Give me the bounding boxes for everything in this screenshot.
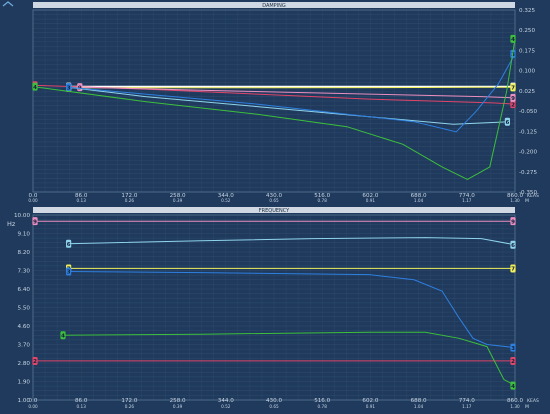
frequency-mach-tick-label: 1.17 xyxy=(462,404,472,409)
damping-mach-tick-label: 0.91 xyxy=(366,198,376,203)
frequency-chart: FREQUENCY 10.00 9.10 8.20 7.30 6.40 5.50 4.60 3.… xyxy=(7,207,539,410)
damping-y-tick-label: 0.175 xyxy=(519,48,535,54)
damping-series-marker-label: 4 xyxy=(511,37,515,43)
damping-mach-tick-label: 0.00 xyxy=(28,198,38,203)
damping-series: 88 xyxy=(66,82,516,91)
damping-mach-tick-label: 0.78 xyxy=(318,198,328,203)
frequency-y-unit-label: Hz xyxy=(7,220,16,228)
damping-series: 33 xyxy=(66,49,516,133)
damping-y-tick-label: 0.025 xyxy=(519,89,535,95)
damping-series-marker-label: 2 xyxy=(511,102,515,108)
frequency-series-marker-label: 6 xyxy=(511,243,515,249)
frequency-series-marker-label: 6 xyxy=(67,242,71,248)
damping-mach-unit-label: M xyxy=(525,198,529,204)
damping-chart: DAMPING 0.325 0.250 0.175 0.100 0.025 -0.050 -0… xyxy=(28,2,539,204)
frequency-mach-tick-label: 0.65 xyxy=(269,404,279,409)
damping-series-marker-label: 7 xyxy=(511,86,515,92)
damping-series-line xyxy=(66,53,516,133)
damping-mach-tick-label: 1.30 xyxy=(510,198,520,203)
frequency-series-marker-label: 4 xyxy=(61,333,65,339)
frequency-mach-tick-label: 0.13 xyxy=(77,404,87,409)
frequency-y-tick-label: 4.60 xyxy=(18,324,31,330)
app-logo-icon xyxy=(2,1,14,7)
frequency-mach-tick-label: 0.91 xyxy=(366,404,376,409)
frequency-series-marker-label: 7 xyxy=(511,267,515,273)
damping-mach-tick-label: 0.65 xyxy=(269,198,279,203)
frequency-mach-tick-label: 0.39 xyxy=(173,404,183,409)
damping-y-tick-label: -0.200 xyxy=(519,150,537,156)
frequency-mach-tick-label: 0.26 xyxy=(125,404,135,409)
frequency-y-tick-label: 5.50 xyxy=(18,306,31,312)
frequency-series-marker-label: 2 xyxy=(33,359,37,365)
frequency-series: 33 xyxy=(66,267,516,352)
damping-mach-tick-label: 1.17 xyxy=(462,198,472,203)
damping-title: DAMPING xyxy=(262,3,286,9)
damping-y-tick-label: 0.250 xyxy=(519,28,535,34)
frequency-mach-unit-label: M xyxy=(525,404,529,410)
frequency-mach-tick-label: 0.78 xyxy=(318,404,328,409)
frequency-series-marker-label: 9 xyxy=(511,219,515,225)
frequency-y-tick-label: 9.10 xyxy=(18,232,31,238)
frequency-series-marker-label: 2 xyxy=(511,359,515,365)
frequency-y-tick-label: 3.70 xyxy=(18,343,31,349)
frequency-title: FREQUENCY xyxy=(259,208,290,214)
damping-series-line xyxy=(66,86,515,89)
frequency-y-tick-label: 1.90 xyxy=(18,380,31,386)
damping-y-tick-label: -0.125 xyxy=(519,129,537,135)
frequency-series: 77 xyxy=(66,264,516,273)
frequency-x-unit-label: KEAS xyxy=(527,398,539,404)
frequency-y-tick-label: 10.00 xyxy=(14,213,30,219)
damping-y-tick-label: -0.050 xyxy=(519,109,537,115)
frequency-y-tick-label: 8.20 xyxy=(18,250,31,256)
frequency-y-tick-label: 6.40 xyxy=(18,287,31,293)
damping-series-marker-label: 6 xyxy=(505,120,509,126)
frequency-y-tick-label: 7.30 xyxy=(18,269,31,275)
damping-y-tick-label: 0.325 xyxy=(519,8,535,14)
frequency-mach-tick-label: 0.52 xyxy=(221,404,231,409)
damping-mach-tick-label: 0.13 xyxy=(77,198,87,203)
damping-mach-tick-label: 0.39 xyxy=(173,198,183,203)
damping-mach-tick-label: 0.26 xyxy=(125,198,135,203)
frequency-mach-tick-label: 1.30 xyxy=(510,404,520,409)
damping-mach-tick-label: 0.52 xyxy=(221,198,231,203)
frequency-series-line xyxy=(66,237,516,246)
frequency-series-marker-label: 4 xyxy=(511,384,515,390)
frequency-series-marker-label: 9 xyxy=(33,219,37,225)
damping-y-tick-label: 0.100 xyxy=(519,69,535,75)
frequency-mach-tick-label: 1.04 xyxy=(414,404,424,409)
frequency-mach-tick-label: 0.00 xyxy=(28,404,38,409)
damping-mach-tick-label: 1.04 xyxy=(414,198,424,203)
damping-series-marker-label: 4 xyxy=(33,85,37,91)
damping-series-marker-label: 9 xyxy=(511,96,515,102)
damping-y-tick-label: -0.275 xyxy=(519,170,537,176)
damping-series-marker-label: 3 xyxy=(67,85,71,91)
damping-series: 66 xyxy=(66,83,510,126)
flutter-plot-canvas: DAMPING 0.325 0.250 0.175 0.100 0.025 -0.050 -0… xyxy=(7,2,539,410)
frequency-series-marker-label: 3 xyxy=(511,346,515,352)
frequency-series-line xyxy=(60,331,516,387)
frequency-y-tick-label: 2.80 xyxy=(18,361,31,367)
damping-series: 77 xyxy=(66,83,516,92)
frequency-series-marker-label: 3 xyxy=(67,270,71,276)
